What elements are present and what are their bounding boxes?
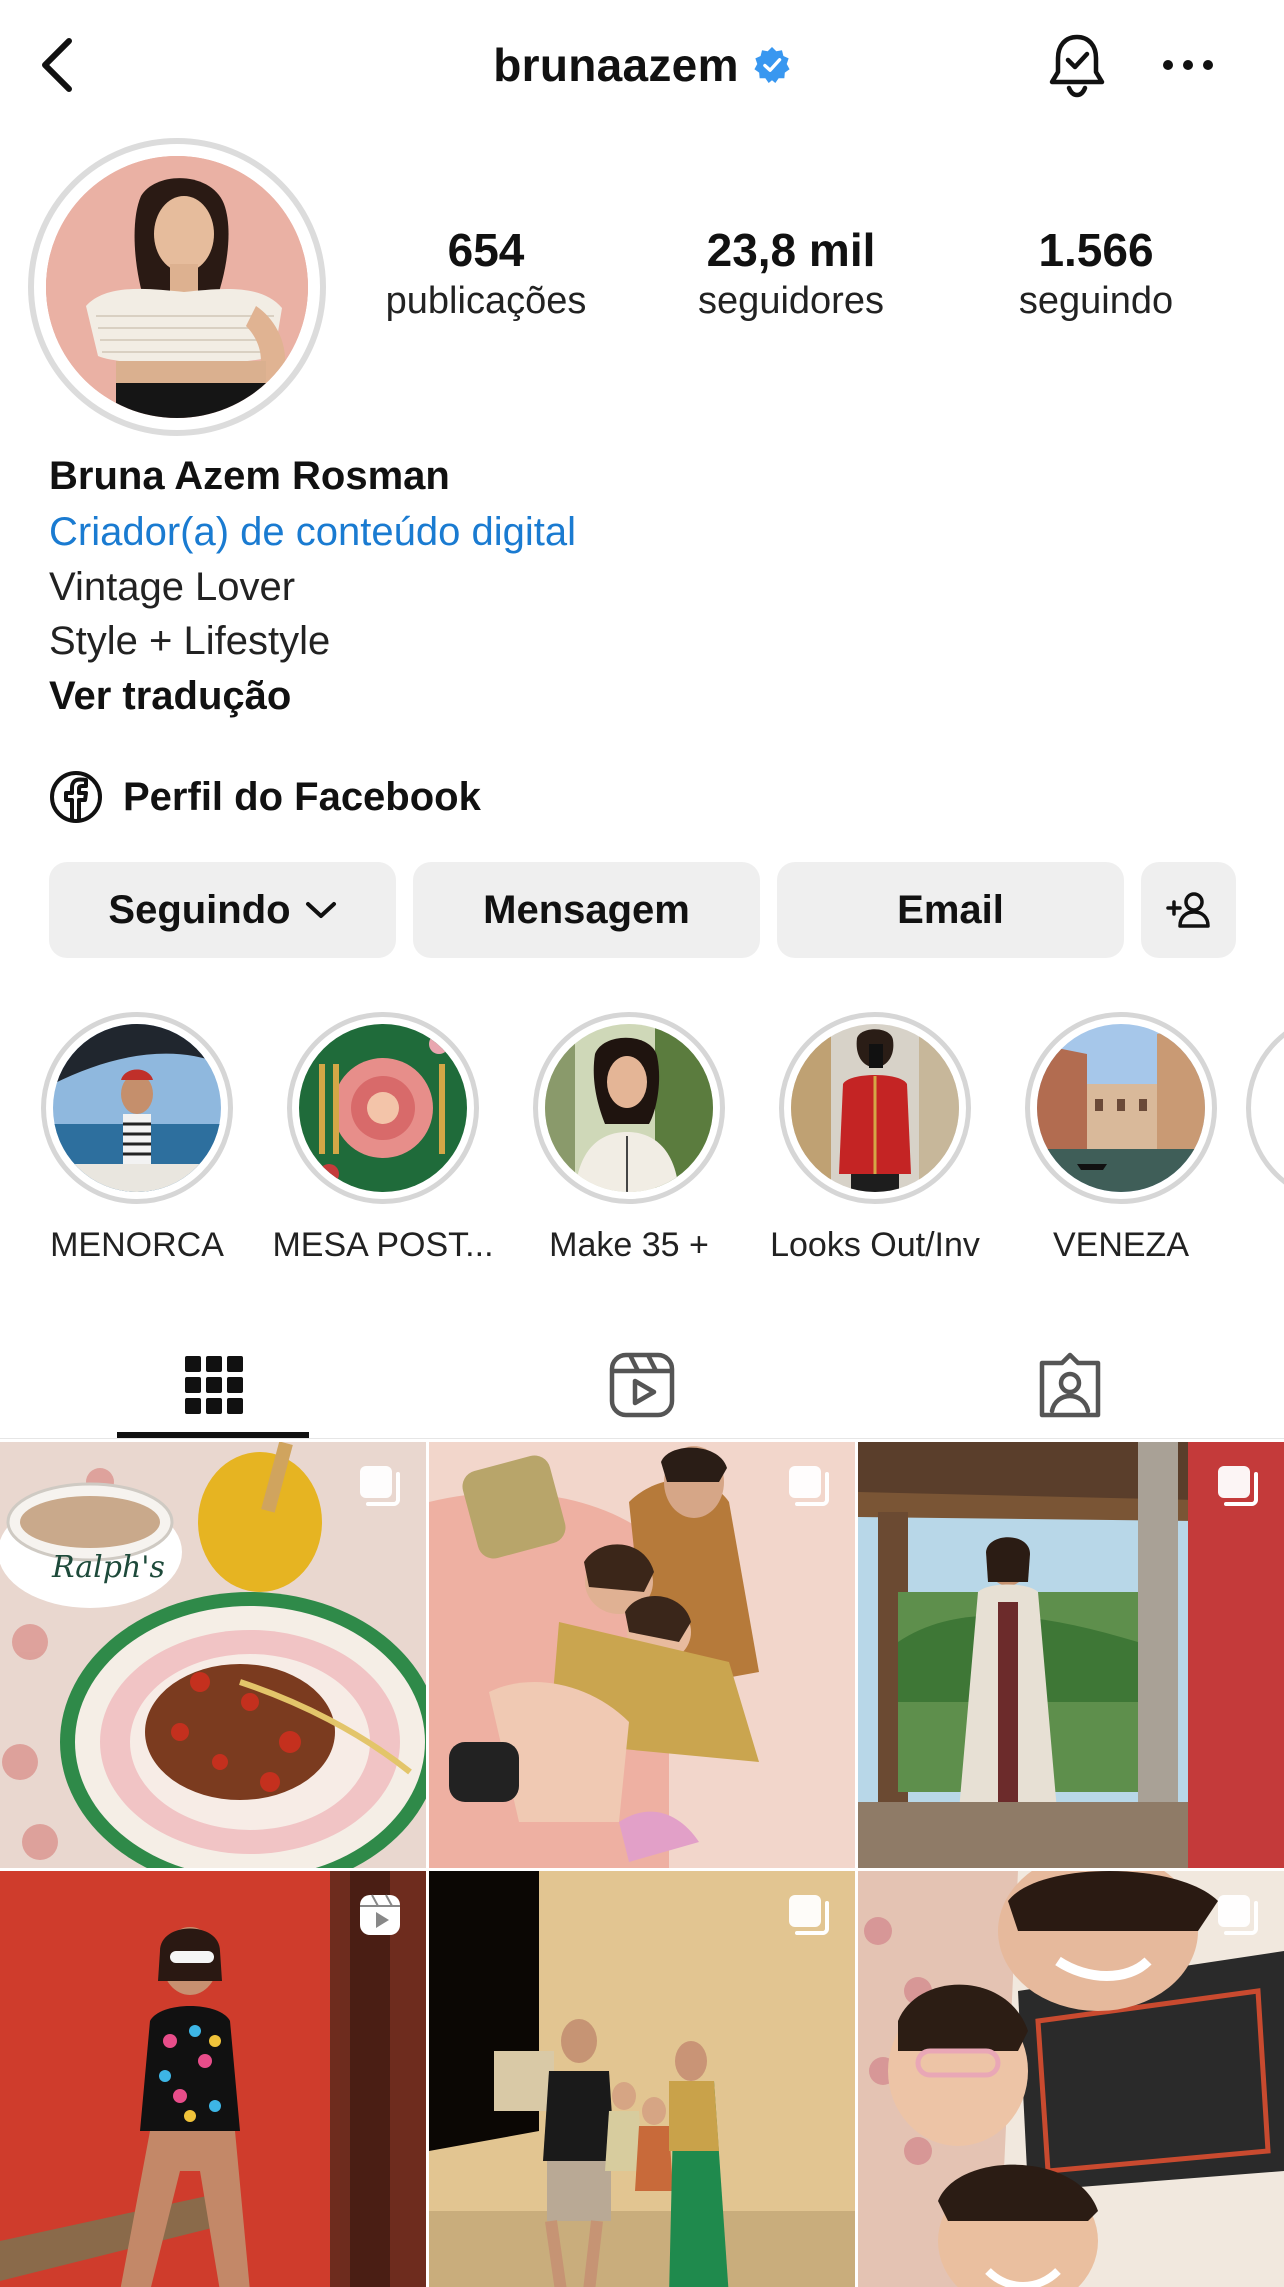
highlight-label: Looks Out/Inv <box>770 1226 980 1264</box>
highlight-label: MENORCA <box>50 1226 224 1264</box>
stat-following[interactable]: 1.566 seguindo <box>966 225 1226 323</box>
stat-posts-value: 654 <box>447 224 525 276</box>
highlight-menorca[interactable]: MENORCA <box>17 1012 257 1265</box>
stat-posts-label: publicações <box>385 279 587 322</box>
highlight-cover <box>545 1024 713 1192</box>
following-button[interactable]: Seguindo <box>49 862 396 958</box>
tagged-icon <box>1039 1352 1101 1418</box>
profile-avatar <box>46 156 308 418</box>
carousel-icon <box>360 1466 400 1506</box>
highlight-ring <box>41 1012 233 1204</box>
facebook-profile-link[interactable]: Perfil do Facebook <box>49 770 481 824</box>
carousel-icon <box>1218 1466 1258 1506</box>
stat-followers-label: seguidores <box>698 279 884 322</box>
svg-text:Ralph's: Ralph's <box>51 1550 165 1585</box>
tab-reels[interactable] <box>428 1330 856 1440</box>
verified-badge-icon <box>753 46 791 84</box>
stat-following-label: seguindo <box>1018 279 1174 322</box>
email-button-label: Email <box>897 887 1004 932</box>
highlight-cover <box>791 1024 959 1192</box>
bell-check-icon <box>1049 34 1105 98</box>
bio-line-1: Vintage Lover <box>49 565 296 609</box>
post-thumbnail[interactable] <box>429 1442 855 1868</box>
profile-bio: Bruna Azem Rosman Criador(a) de conteúdo… <box>49 448 1229 724</box>
highlight-ring <box>533 1012 725 1204</box>
tab-posts[interactable] <box>0 1330 428 1440</box>
email-button[interactable]: Email <box>777 862 1124 958</box>
bio-category[interactable]: Criador(a) de conteúdo digital <box>49 504 1229 560</box>
highlight-make[interactable]: Make 35 + <box>509 1012 749 1265</box>
profile-avatar-ring[interactable] <box>28 138 326 436</box>
post-thumbnail[interactable] <box>858 1871 1284 2287</box>
stat-posts[interactable]: 654 publicações <box>356 225 616 323</box>
stat-followers[interactable]: 23,8 mil seguidores <box>661 225 921 323</box>
bio-full-name: Bruna Azem Rosman <box>49 454 450 498</box>
highlight-partial[interactable] <box>1246 1012 1284 1214</box>
suggest-people-button[interactable] <box>1141 862 1236 958</box>
highlight-cover <box>299 1024 467 1192</box>
message-button[interactable]: Mensagem <box>413 862 760 958</box>
post-thumbnail[interactable] <box>858 1442 1284 1868</box>
add-person-icon <box>1165 892 1210 928</box>
carousel-icon <box>789 1466 829 1506</box>
facebook-icon <box>50 771 102 823</box>
see-translation-link[interactable]: Ver tradução <box>49 668 1229 724</box>
highlight-cover <box>1037 1024 1205 1192</box>
username: brunaazem <box>493 39 739 91</box>
highlight-looks[interactable]: Looks Out/Inv <box>755 1012 995 1265</box>
facebook-link-label: Perfil do Facebook <box>123 774 481 819</box>
reels-icon <box>609 1352 675 1418</box>
post-thumbnail[interactable] <box>429 1871 855 2287</box>
highlight-ring <box>779 1012 971 1204</box>
tabs-divider <box>0 1438 1284 1439</box>
stat-followers-value: 23,8 mil <box>706 224 876 276</box>
highlight-label: VENEZA <box>1052 1226 1190 1264</box>
highlight-veneza[interactable]: VENEZA <box>1001 1012 1241 1265</box>
highlight-label: MESA POST... <box>272 1226 494 1264</box>
highlight-ring <box>1025 1012 1217 1204</box>
highlight-ring <box>287 1012 479 1204</box>
tab-tagged[interactable] <box>856 1330 1284 1440</box>
highlight-mesa-posta[interactable]: MESA POST... <box>263 1012 503 1265</box>
post-thumbnail[interactable] <box>0 1871 426 2287</box>
highlight-cover <box>53 1024 221 1192</box>
highlight-label: Make 35 + <box>549 1226 709 1264</box>
highlight-ring <box>1246 1012 1284 1204</box>
bio-line-2: Style + Lifestyle <box>49 619 331 663</box>
stat-following-value: 1.566 <box>1038 224 1154 276</box>
message-button-label: Mensagem <box>483 887 690 932</box>
carousel-icon <box>1218 1895 1258 1935</box>
post-thumbnail[interactable]: Ralph's <box>0 1442 426 1868</box>
reel-icon <box>360 1894 400 1935</box>
grid-icon <box>185 1356 243 1414</box>
notifications-bell-button[interactable] <box>1042 30 1112 100</box>
carousel-icon <box>789 1895 829 1935</box>
chevron-down-icon <box>305 902 336 918</box>
following-button-label: Seguindo <box>108 887 291 932</box>
more-options-button[interactable] <box>1156 40 1220 90</box>
more-dots-icon <box>1163 60 1213 70</box>
top-bar: brunaazem <box>0 0 1284 130</box>
